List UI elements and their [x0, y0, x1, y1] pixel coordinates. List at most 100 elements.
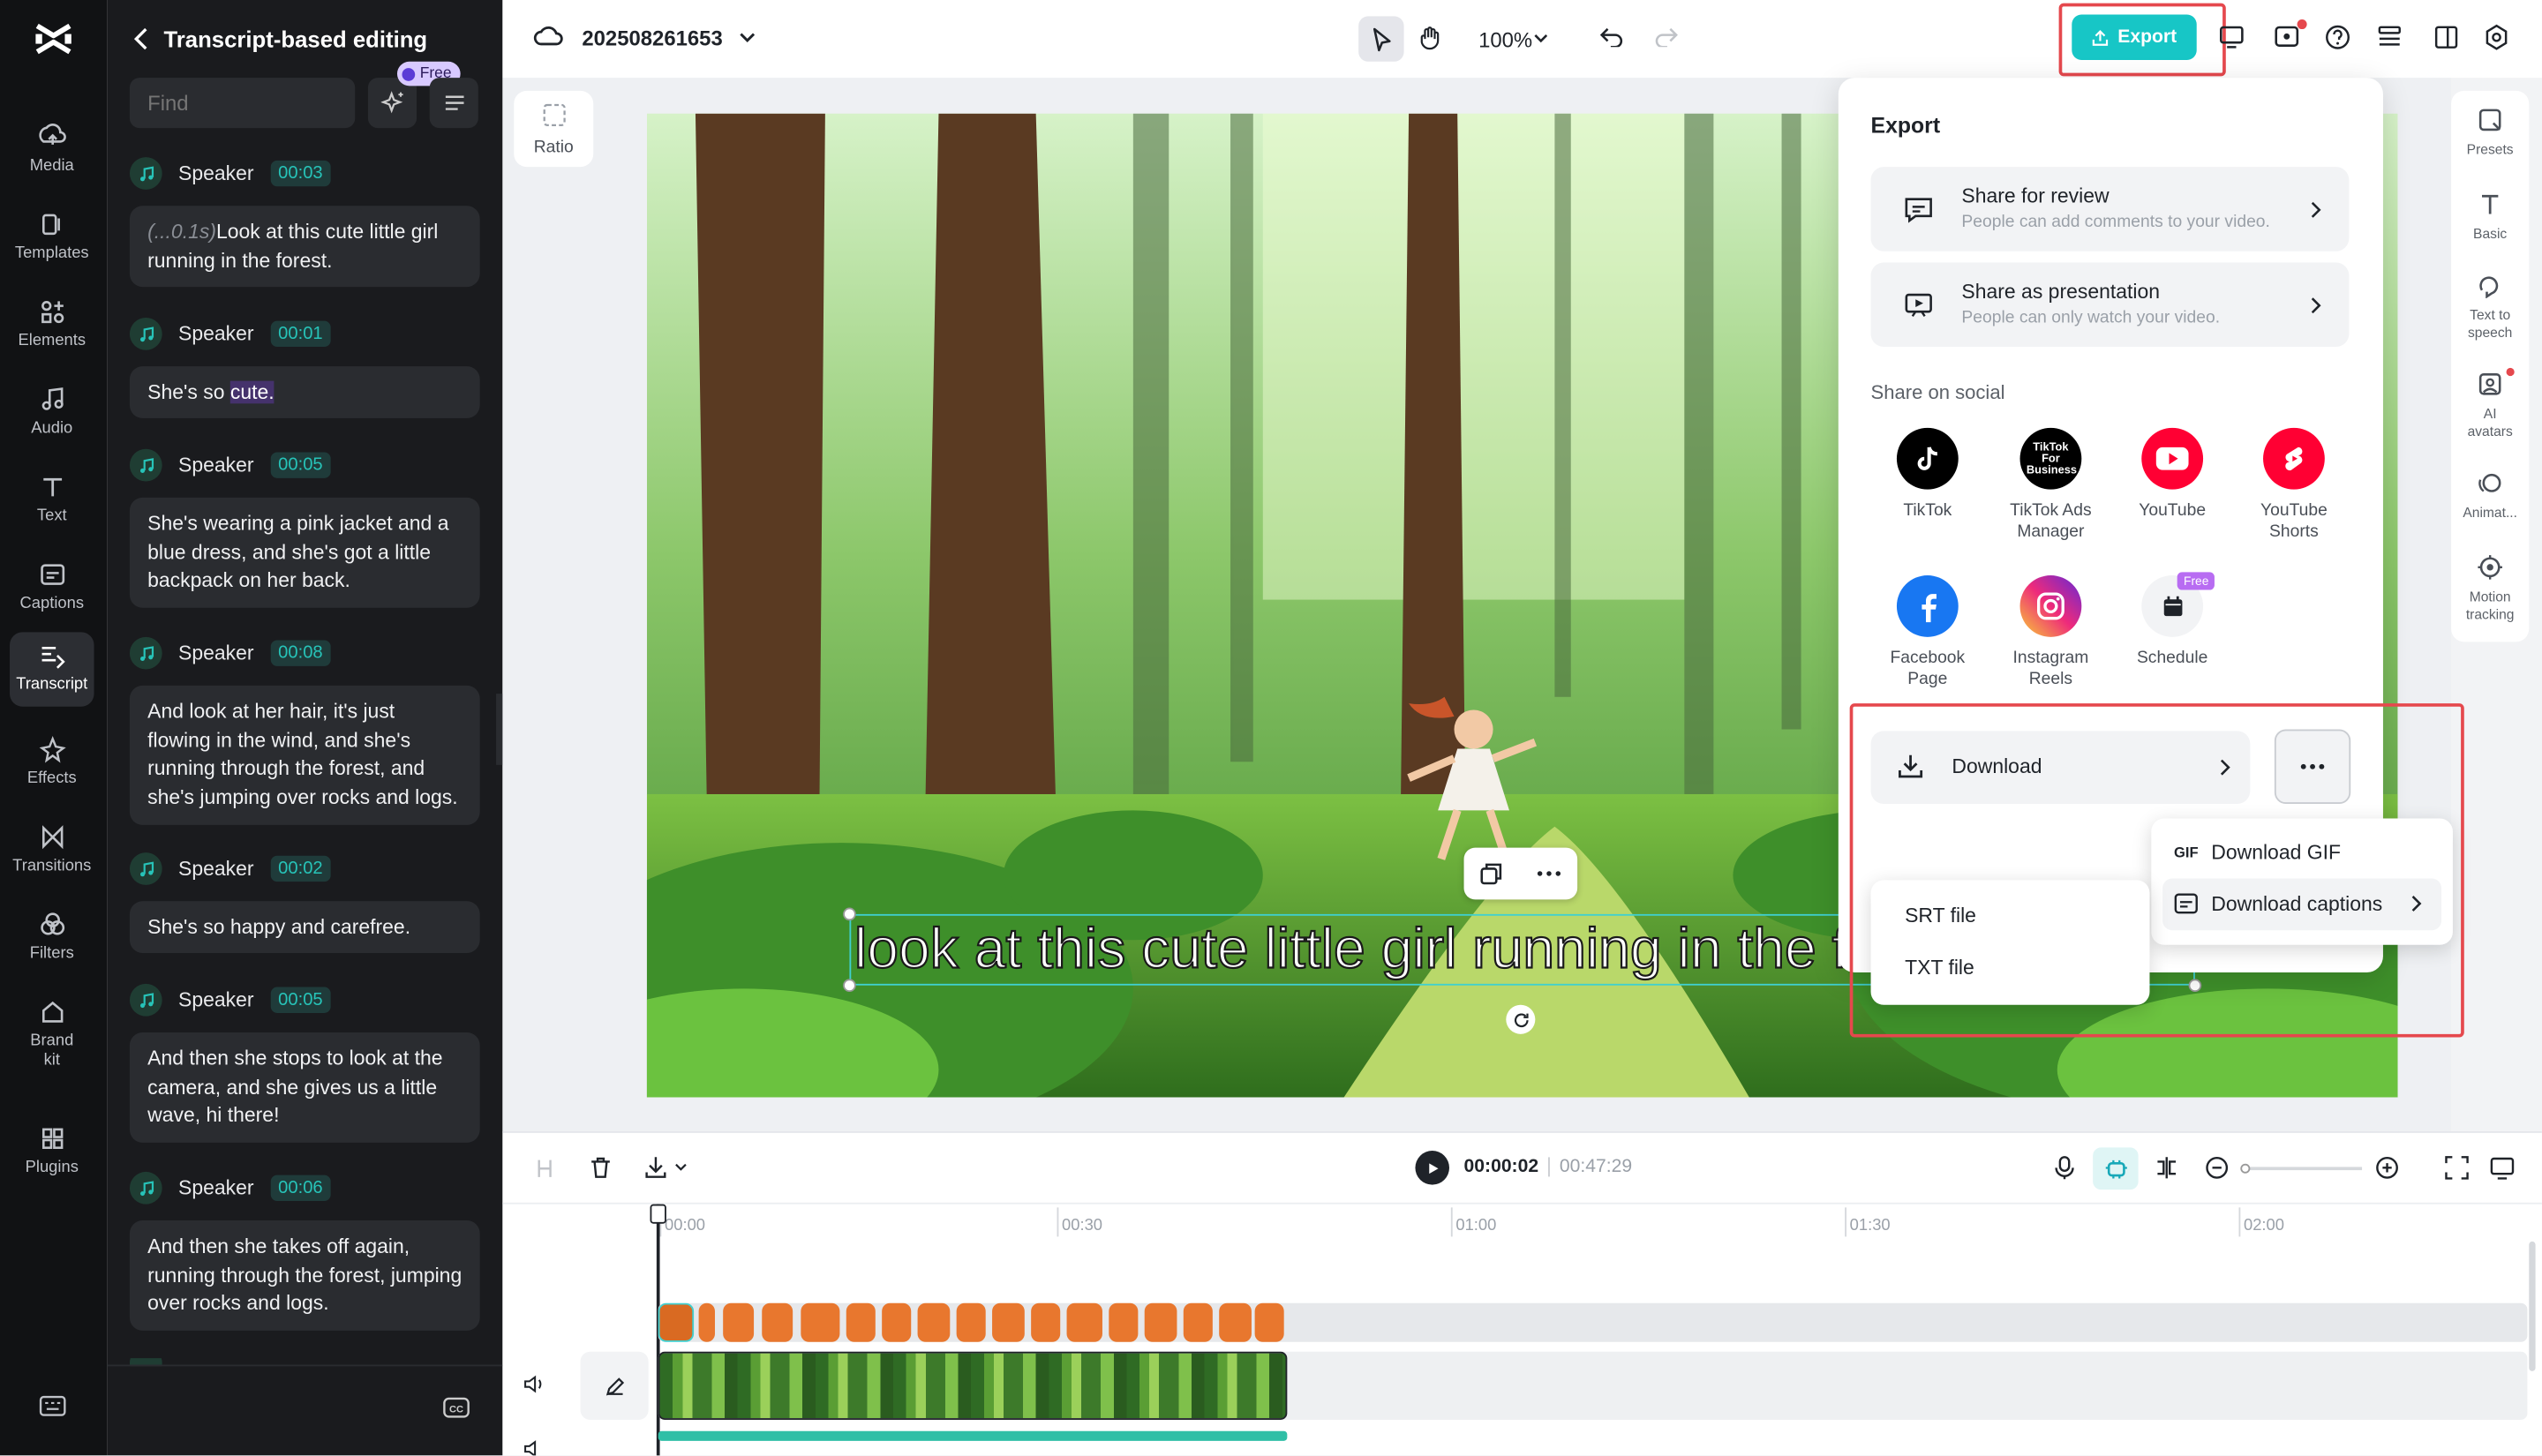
back-chevron-icon[interactable]	[133, 27, 149, 50]
caption-clip[interactable]	[1031, 1303, 1060, 1342]
caption-clip[interactable]	[882, 1303, 911, 1342]
notifications-icon[interactable]	[2275, 25, 2302, 49]
find-input[interactable]	[130, 78, 355, 128]
caption-clip[interactable]	[723, 1303, 754, 1342]
segment-timestamp[interactable]: 00:02	[270, 856, 331, 882]
filter-list-button[interactable]	[430, 78, 478, 128]
cloud-sync-icon[interactable]	[533, 25, 564, 49]
timeline-scrollbar[interactable]	[2529, 1242, 2535, 1371]
zoom-chevron-icon[interactable]	[1534, 33, 1549, 44]
ai-magnet-button[interactable]	[2093, 1147, 2138, 1190]
social-youtube[interactable]: YouTube	[2116, 428, 2230, 522]
redo-icon[interactable]	[1653, 26, 1678, 47]
project-name[interactable]: 202508261653	[582, 26, 722, 50]
speaker-label[interactable]: Speaker	[178, 323, 254, 346]
highlighted-word[interactable]: cute.	[230, 381, 275, 404]
zoom-in-icon[interactable]	[2375, 1156, 2401, 1182]
delete-icon[interactable]	[589, 1156, 614, 1182]
tool-animation[interactable]: Animat...	[2451, 470, 2529, 522]
rail-media[interactable]: Media	[10, 114, 94, 191]
rail-plugins[interactable]: Plugins	[10, 1115, 94, 1193]
edit-track-button[interactable]	[581, 1352, 649, 1420]
caption-clip[interactable]	[658, 1303, 694, 1342]
caption-clip[interactable]	[1145, 1303, 1177, 1342]
social-facebook[interactable]: Facebook Page	[1871, 575, 1985, 689]
speaker-label[interactable]: Speaker	[178, 642, 254, 664]
hand-tool-button[interactable]	[1418, 25, 1444, 50]
ratio-button[interactable]: Ratio	[514, 91, 593, 167]
caption-clip[interactable]	[1184, 1303, 1213, 1342]
zoom-slider[interactable]	[2244, 1167, 2362, 1170]
fit-screen-icon[interactable]	[2445, 1156, 2471, 1182]
rail-filters[interactable]: Filters	[10, 901, 94, 979]
segment-timestamp[interactable]: 00:01	[270, 321, 331, 347]
split-screen-icon[interactable]	[2155, 1156, 2180, 1182]
caption-clip[interactable]	[918, 1303, 951, 1342]
segment-text[interactable]: She's wearing a pink jacket and a blue d…	[130, 498, 480, 608]
capcut-logo[interactable]	[33, 19, 75, 58]
rail-elements[interactable]: Elements	[10, 289, 94, 366]
segment-text[interactable]: (...0.1s)Look at this cute little girl r…	[130, 206, 480, 287]
rail-templates[interactable]: Templates	[10, 201, 94, 279]
second-track-volume-icon[interactable]	[523, 1439, 546, 1455]
more-dots-icon[interactable]	[1537, 870, 1561, 876]
rail-audio[interactable]: Audio	[10, 376, 94, 454]
speaker-label[interactable]: Speaker	[178, 858, 254, 881]
caption-clip[interactable]	[1219, 1303, 1252, 1342]
zoom-out-icon[interactable]	[2205, 1156, 2230, 1182]
speaker-label[interactable]: Speaker	[178, 162, 254, 185]
segment-timestamp[interactable]: 00:05	[270, 452, 331, 477]
caption-clip[interactable]	[1109, 1303, 1138, 1342]
rail-transcript[interactable]: Transcript	[10, 632, 94, 706]
timeline-download-icon[interactable]	[643, 1156, 669, 1182]
track-volume-icon[interactable]	[523, 1375, 546, 1394]
social-instagram[interactable]: Instagram Reels	[1994, 575, 2108, 689]
social-tiktok[interactable]: TikTok	[1871, 428, 1985, 522]
speaker-label[interactable]: Speaker	[178, 1176, 254, 1199]
caption-clip[interactable]	[992, 1303, 1025, 1342]
rotate-handle-icon[interactable]	[1506, 1005, 1535, 1034]
speaker-label[interactable]: Speaker	[178, 454, 254, 477]
caption-clip[interactable]	[801, 1303, 839, 1342]
audio-track-clip[interactable]	[658, 1431, 1288, 1441]
segment-text[interactable]: And look at her hair, it's just flowing …	[130, 686, 480, 825]
rail-transitions[interactable]: Transitions	[10, 814, 94, 891]
speaker-label[interactable]: Speaker	[178, 988, 254, 1011]
rail-effects[interactable]: Effects	[10, 726, 94, 804]
cc-subtitle-icon[interactable]: CC	[442, 1397, 470, 1418]
select-tool-button[interactable]	[1358, 16, 1403, 61]
undo-icon[interactable]	[1600, 26, 1625, 47]
video-clip[interactable]	[658, 1352, 1288, 1420]
tool-text-to-speech[interactable]: Text to speech	[2451, 273, 2529, 341]
duplicate-icon[interactable]	[1480, 862, 1503, 885]
social-youtube-shorts[interactable]: YouTube Shorts	[2237, 428, 2351, 542]
rail-text[interactable]: Text	[10, 463, 94, 541]
caption-clip[interactable]	[762, 1303, 793, 1342]
social-tiktok-ads[interactable]: TikTok For Business TikTok Ads Manager	[1994, 428, 2108, 542]
screen-record-icon[interactable]	[2219, 25, 2246, 49]
caption-clip[interactable]	[699, 1303, 715, 1342]
zoom-level[interactable]: 100%	[1478, 27, 1532, 52]
caption-clip[interactable]	[846, 1303, 876, 1342]
tool-ai-avatars[interactable]: AI avatars	[2451, 372, 2529, 439]
download-chevron-icon[interactable]	[674, 1162, 700, 1188]
social-schedule[interactable]: Schedule	[2116, 575, 2230, 669]
rail-captions[interactable]: Captions	[10, 551, 94, 628]
settings-gear-icon[interactable]	[2484, 25, 2509, 50]
segment-timestamp[interactable]: 00:03	[270, 161, 331, 186]
share-for-review-card[interactable]: Share for review People can add comments…	[1871, 167, 2350, 251]
export-button[interactable]: Export	[2072, 15, 2196, 60]
share-as-presentation-card[interactable]: Share as presentation People can only wa…	[1871, 263, 2350, 348]
segment-timestamp[interactable]: 00:08	[270, 640, 331, 665]
segment-text[interactable]: And then she takes off again, running th…	[130, 1220, 480, 1331]
preview-window-icon[interactable]	[2490, 1156, 2516, 1182]
split-clip-icon[interactable]	[533, 1157, 559, 1182]
tool-basic-text[interactable]: Basic	[2451, 191, 2529, 243]
microphone-icon[interactable]	[2052, 1156, 2078, 1182]
segment-text[interactable]: And then she stops to look at the camera…	[130, 1032, 480, 1143]
rail-brand-kit[interactable]: Brand kit	[10, 988, 94, 1085]
segment-timestamp[interactable]: 00:06	[270, 1175, 331, 1201]
play-button[interactable]	[1415, 1151, 1449, 1185]
tool-motion-tracking[interactable]: Motion tracking	[2451, 554, 2529, 622]
segment-text[interactable]: She's so happy and carefree.	[130, 901, 480, 953]
